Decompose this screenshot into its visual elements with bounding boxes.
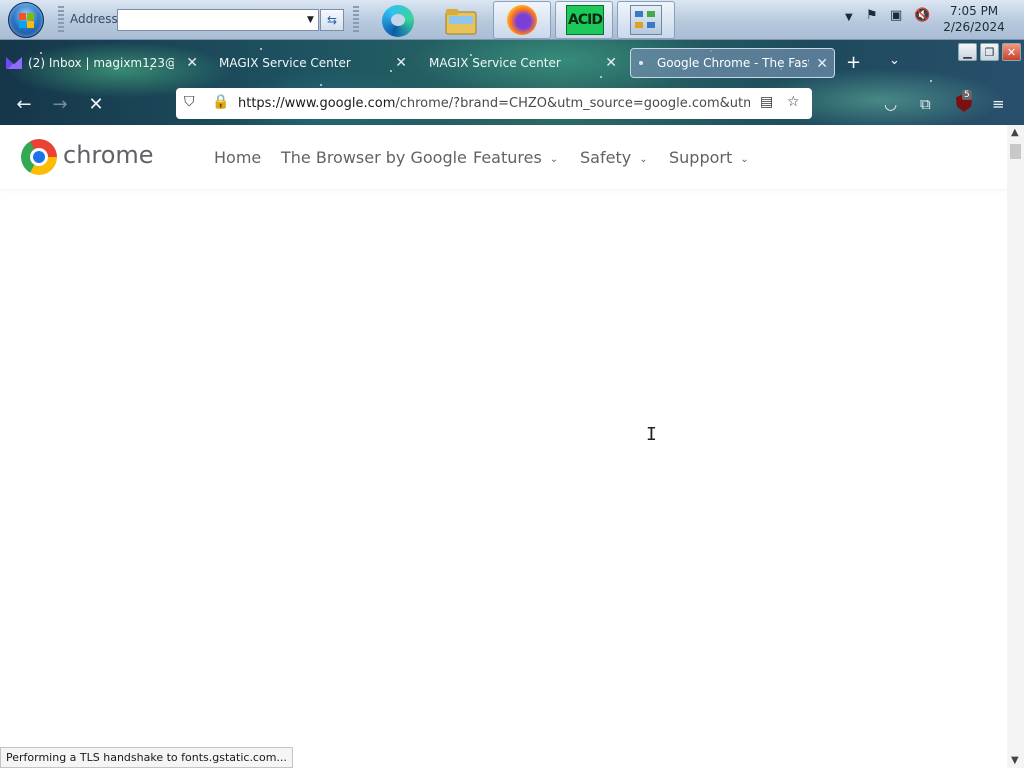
tab-label: MAGIX Service Center bbox=[219, 56, 351, 70]
volume-muted-icon[interactable]: 🔇 bbox=[914, 8, 930, 23]
vertical-scrollbar[interactable]: ▲ ▼ bbox=[1007, 125, 1024, 768]
address-toolbar-input[interactable] bbox=[117, 9, 319, 31]
tab-label: MAGIX Service Center bbox=[429, 56, 561, 70]
scroll-up-icon[interactable]: ▲ bbox=[1011, 127, 1019, 138]
taskbar-clock[interactable]: 7:05 PM 2/26/2024 bbox=[942, 3, 1006, 35]
chevron-down-icon: ⌄ bbox=[740, 154, 749, 165]
text-cursor-icon: I bbox=[646, 424, 657, 445]
toolbar-grip[interactable] bbox=[353, 6, 359, 34]
start-button[interactable] bbox=[8, 2, 44, 38]
loading-dot-icon bbox=[639, 61, 643, 65]
clock-date: 2/26/2024 bbox=[943, 20, 1005, 34]
close-window-button[interactable]: ✕ bbox=[1002, 43, 1021, 61]
address-go-button[interactable]: ⇆ bbox=[320, 9, 344, 31]
clock-time: 7:05 PM bbox=[949, 4, 999, 18]
close-tab-icon[interactable]: ✕ bbox=[395, 55, 407, 71]
taskbar: Address ▼ ⇆ ACID ▼ ⚑ ▣ 🔇 7:05 PM 2/26/20… bbox=[0, 0, 1024, 40]
network-icon[interactable]: ▣ bbox=[890, 8, 902, 23]
address-dropdown-icon[interactable]: ▼ bbox=[302, 9, 319, 31]
acid-icon: ACID bbox=[566, 5, 604, 35]
taskbar-edge-button[interactable] bbox=[369, 1, 427, 39]
show-hidden-icons[interactable]: ▼ bbox=[845, 12, 853, 23]
reader-view-icon[interactable]: ▤ bbox=[760, 94, 773, 110]
chevron-down-icon: ⌄ bbox=[549, 154, 559, 165]
lock-icon[interactable]: 🔒 bbox=[212, 94, 229, 110]
ublock-badge: 5 bbox=[962, 90, 972, 100]
nav-label: Safety bbox=[580, 148, 632, 167]
bookmark-star-icon[interactable]: ☆ bbox=[787, 94, 800, 110]
new-tab-icon[interactable]: + bbox=[846, 52, 861, 73]
nav-home[interactable]: Home bbox=[214, 148, 261, 167]
nav-label: Home bbox=[214, 148, 262, 167]
page-content: chrome Home The Browser by Google Featur… bbox=[0, 125, 1007, 768]
file-explorer-icon bbox=[445, 9, 477, 35]
gmail-icon bbox=[6, 57, 22, 69]
brand-wordmark[interactable]: chrome bbox=[63, 141, 154, 169]
nav-support[interactable]: Support ⌄ bbox=[669, 148, 749, 167]
tab-magix-1[interactable]: MAGIX Service Center ✕ bbox=[213, 48, 413, 78]
back-button[interactable]: ← bbox=[10, 92, 38, 116]
url-bar[interactable]: ⛉ 🔒 https://www.google.com/chrome/?brand… bbox=[176, 88, 812, 119]
nav-label: Features bbox=[473, 148, 542, 167]
status-bar: Performing a TLS handshake to fonts.gsta… bbox=[0, 747, 293, 768]
nav-label: The Browser by Google bbox=[281, 148, 467, 167]
menu-hamburger-icon[interactable]: ≡ bbox=[992, 95, 1005, 113]
edge-icon bbox=[382, 5, 414, 37]
url-host: google.com bbox=[319, 96, 396, 111]
close-tab-icon[interactable]: ✕ bbox=[605, 55, 617, 71]
tracking-protection-shield-icon[interactable]: ⛉ bbox=[184, 94, 195, 110]
nav-safety[interactable]: Safety ⌄ bbox=[580, 148, 648, 167]
windows-flag-icon bbox=[19, 13, 35, 29]
nav-browser-by-google[interactable]: The Browser by Google bbox=[281, 148, 467, 167]
browser-toolbar-area: (2) Inbox | magixm123@proton.me ✕ MAGIX … bbox=[0, 40, 1024, 125]
close-tab-icon[interactable]: ✕ bbox=[816, 56, 828, 72]
firefox-icon bbox=[507, 5, 537, 35]
url-text[interactable]: https://www.google.com/chrome/?brand=CHZ… bbox=[238, 96, 750, 111]
toolbar-grip[interactable] bbox=[58, 6, 64, 34]
tab-magix-2[interactable]: MAGIX Service Center ✕ bbox=[423, 48, 623, 78]
taskbar-firefox-button[interactable] bbox=[493, 1, 551, 39]
tab-inbox[interactable]: (2) Inbox | magixm123@proton.me ✕ bbox=[6, 48, 204, 78]
nav-features[interactable]: Features ⌄ bbox=[473, 148, 558, 167]
pocket-icon[interactable]: ◡ bbox=[884, 95, 897, 113]
taskbar-control-panel-button[interactable] bbox=[617, 1, 675, 39]
scroll-thumb[interactable] bbox=[1010, 144, 1021, 159]
url-prefix: https://www. bbox=[238, 96, 320, 111]
scroll-down-icon[interactable]: ▼ bbox=[1011, 755, 1019, 766]
stop-loading-button[interactable]: ✕ bbox=[82, 92, 110, 116]
site-header: chrome Home The Browser by Google Featur… bbox=[0, 125, 1007, 189]
control-panel-icon bbox=[630, 5, 662, 35]
nav-label: Support bbox=[669, 148, 733, 167]
tab-label: Google Chrome - The Fast & Secure Web Br… bbox=[657, 56, 809, 70]
close-tab-icon[interactable]: ✕ bbox=[186, 55, 198, 71]
address-toolbar-label: Address bbox=[70, 12, 118, 26]
minimize-button[interactable]: ▁ bbox=[958, 43, 977, 61]
action-center-flag-icon[interactable]: ⚑ bbox=[866, 8, 878, 23]
chrome-logo-icon[interactable] bbox=[21, 139, 57, 175]
forward-button[interactable]: → bbox=[46, 92, 74, 116]
list-all-tabs-icon[interactable]: ⌄ bbox=[889, 53, 900, 68]
restore-button[interactable]: ❐ bbox=[980, 43, 999, 61]
url-rest: /chrome/?brand=CHZO&utm_source=google.co… bbox=[395, 96, 750, 111]
tab-label: (2) Inbox | magixm123@proton.me bbox=[28, 56, 174, 70]
tab-google-chrome[interactable]: Google Chrome - The Fast & Secure Web Br… bbox=[630, 48, 835, 78]
taskbar-acid-button[interactable]: ACID bbox=[555, 1, 613, 39]
chevron-down-icon: ⌄ bbox=[639, 154, 648, 165]
taskbar-file-explorer-button[interactable] bbox=[432, 1, 490, 39]
extensions-puzzle-icon[interactable]: ⧉ bbox=[920, 95, 931, 113]
